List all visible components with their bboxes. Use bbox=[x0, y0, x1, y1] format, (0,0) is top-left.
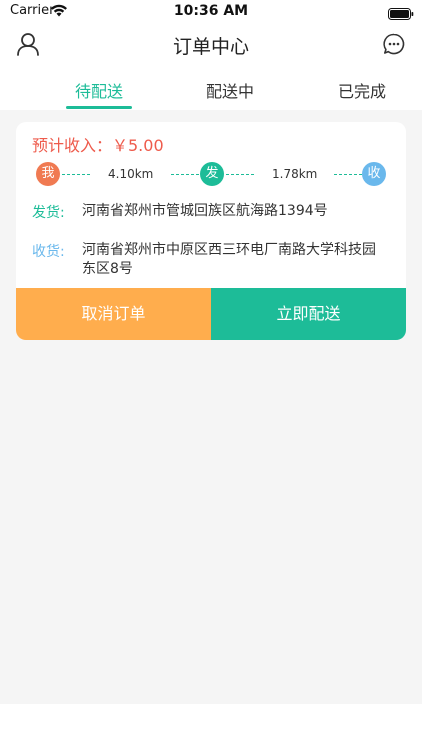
top-area: Carrier 10:36 AM 订单中心 待配送 配送中 已完成 bbox=[0, 0, 422, 110]
pickup-node: 发 bbox=[200, 162, 224, 186]
distance-to-dropoff: 1.78km bbox=[272, 167, 318, 181]
tab-bar: 待配送 配送中 已完成 bbox=[0, 70, 422, 110]
me-node: 我 bbox=[36, 162, 60, 186]
cancel-order-button[interactable]: 取消订单 bbox=[16, 288, 211, 340]
route-dash bbox=[226, 174, 254, 175]
deliver-now-button[interactable]: 立即配送 bbox=[211, 288, 406, 340]
route-dash bbox=[62, 174, 90, 175]
status-bar: Carrier 10:36 AM bbox=[0, 0, 422, 22]
pickup-label: 发货: bbox=[32, 205, 65, 221]
expected-income: 预计收入：￥5.00 bbox=[32, 136, 164, 155]
bottom-safe-area bbox=[0, 704, 422, 750]
tab-completed[interactable]: 已完成 bbox=[322, 78, 402, 102]
route-indicator: 我 4.10km 发 1.78km 收 bbox=[16, 162, 406, 188]
dropoff-address: 河南省郑州市中原区西三环电厂南路大学科技园东区8号 bbox=[82, 242, 376, 277]
order-card: 预计收入：￥5.00 我 4.10km 发 1.78km 收 发货: 河南省郑州… bbox=[16, 122, 406, 340]
chat-icon[interactable] bbox=[382, 32, 406, 56]
route-dash bbox=[334, 174, 362, 175]
page-title: 订单中心 bbox=[172, 36, 249, 58]
dropoff-node: 收 bbox=[362, 162, 386, 186]
route-dash bbox=[171, 174, 199, 175]
dropoff-label: 收货: bbox=[32, 244, 65, 260]
distance-to-pickup: 4.10km bbox=[108, 167, 154, 181]
nav-bar: 订单中心 bbox=[0, 22, 422, 66]
status-time: 10:36 AM bbox=[173, 3, 249, 19]
tab-pending[interactable]: 待配送 bbox=[59, 78, 139, 102]
tab-delivering[interactable]: 配送中 bbox=[190, 78, 270, 102]
pickup-address: 河南省郑州市管城回族区航海路1394号 bbox=[82, 203, 328, 219]
active-tab-indicator bbox=[66, 106, 132, 109]
